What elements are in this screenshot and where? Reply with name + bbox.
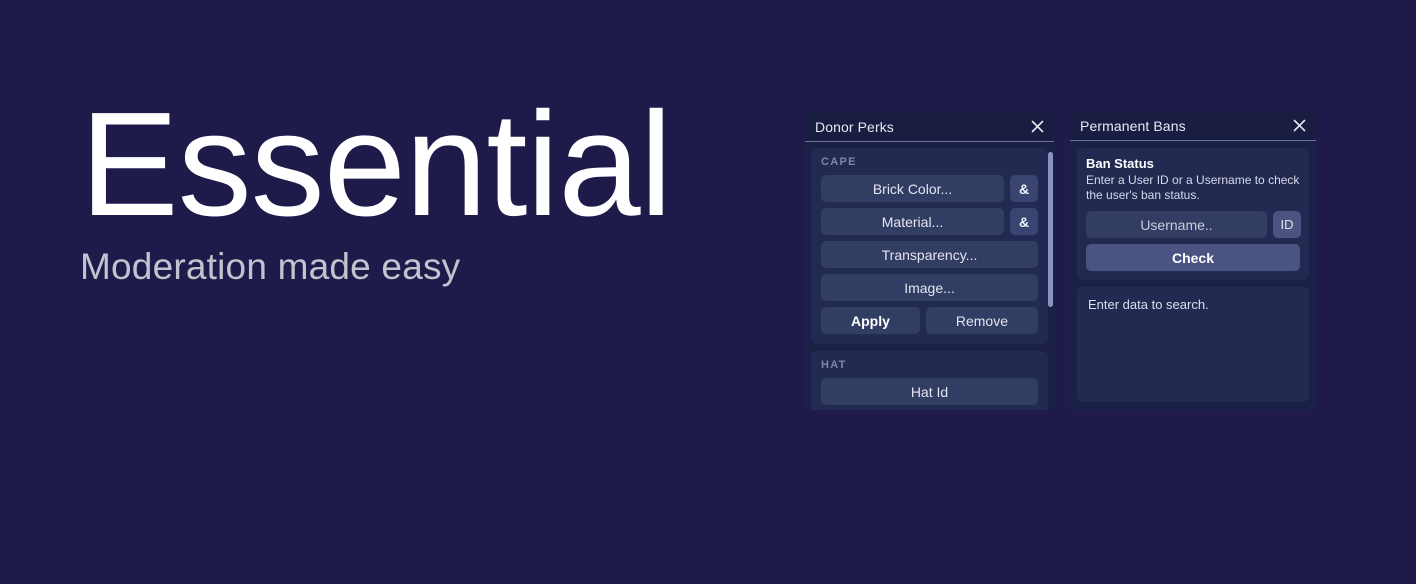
donor-perks-body: CAPE Brick Color... & Material... & Tran… [805, 142, 1054, 410]
donor-perks-titlebar[interactable]: Donor Perks [805, 112, 1054, 142]
close-icon[interactable] [1028, 118, 1046, 136]
section-cape: CAPE Brick Color... & Material... & Tran… [811, 148, 1048, 344]
permanent-bans-title: Permanent Bans [1080, 117, 1186, 134]
transparency-button[interactable]: Transparency... [821, 241, 1038, 268]
check-button[interactable]: Check [1086, 244, 1300, 271]
ban-status-heading: Ban Status [1086, 156, 1154, 171]
ban-status-description: Enter a User ID or a Username to check t… [1086, 173, 1300, 202]
permanent-bans-panel: Permanent Bans Ban Status Enter a User I… [1070, 111, 1316, 410]
page-subtitle: Moderation made easy [80, 245, 461, 287]
ban-search-row: ID [1086, 211, 1301, 238]
apply-button[interactable]: Apply [821, 307, 920, 334]
hero-branding: Essential Moderation made easy [80, 82, 780, 288]
perk-row-material: Material... & [821, 208, 1038, 235]
image-button[interactable]: Image... [821, 274, 1038, 301]
perk-row-image: Image... [821, 274, 1038, 301]
permanent-bans-body: Ban Status Enter a User ID or a Username… [1070, 141, 1316, 410]
section-label-hat: HAT [821, 359, 847, 371]
donor-perks-scroll-area: CAPE Brick Color... & Material... & Tran… [811, 148, 1048, 410]
id-toggle-button[interactable]: ID [1273, 211, 1301, 238]
donor-perks-scrollbar[interactable] [1048, 150, 1053, 402]
material-amp-button[interactable]: & [1010, 208, 1038, 235]
scrollbar-thumb[interactable] [1048, 152, 1053, 307]
page-title: Essential [80, 82, 673, 247]
hat-id-button[interactable]: Hat Id [821, 378, 1038, 405]
close-icon[interactable] [1290, 117, 1308, 135]
section-label-cape: CAPE [821, 156, 857, 168]
brick-color-button[interactable]: Brick Color... [821, 175, 1004, 202]
material-button[interactable]: Material... [821, 208, 1004, 235]
brick-color-amp-button[interactable]: & [1010, 175, 1038, 202]
donor-perks-title: Donor Perks [815, 118, 894, 135]
username-input[interactable] [1086, 211, 1267, 238]
remove-button[interactable]: Remove [925, 307, 1038, 334]
ban-status-card: Ban Status Enter a User ID or a Username… [1077, 148, 1309, 280]
ban-result-text: Enter data to search. [1088, 297, 1209, 312]
section-hat: HAT Hat Id [811, 351, 1048, 410]
perk-row-brick-color: Brick Color... & [821, 175, 1038, 202]
perk-row-hat-id: Hat Id [821, 378, 1038, 405]
perk-row-actions: Apply Remove [821, 307, 1038, 334]
permanent-bans-titlebar[interactable]: Permanent Bans [1070, 111, 1316, 141]
perk-row-transparency: Transparency... [821, 241, 1038, 268]
donor-perks-panel: Donor Perks CAPE Brick Color... & Materi… [805, 112, 1054, 410]
ban-result-panel: Enter data to search. [1077, 287, 1309, 402]
